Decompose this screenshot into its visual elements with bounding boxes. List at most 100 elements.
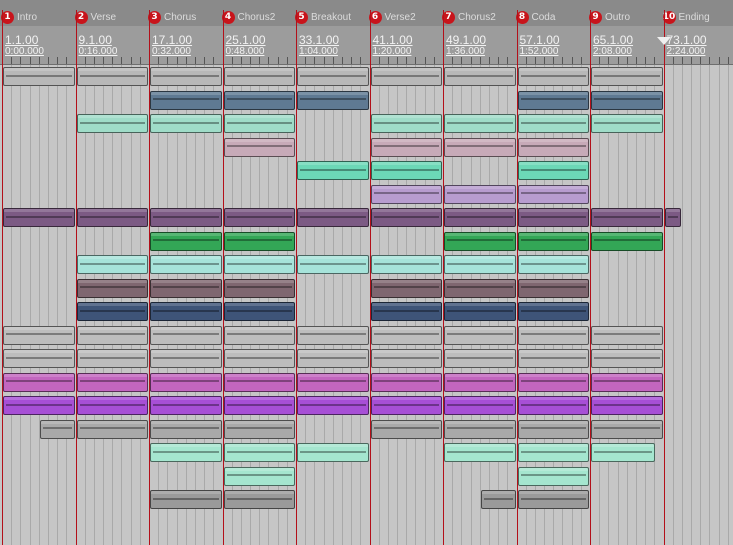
marker-6[interactable]: 6 Verse2: [368, 10, 416, 24]
media-item[interactable]: [297, 443, 369, 462]
media-item[interactable]: [297, 90, 369, 110]
marker-8[interactable]: 8 Coda: [515, 10, 555, 24]
media-item[interactable]: [370, 67, 442, 86]
media-item[interactable]: [370, 349, 442, 368]
media-item[interactable]: [150, 443, 222, 462]
media-item[interactable]: [3, 349, 75, 368]
media-item[interactable]: [76, 349, 148, 368]
media-item[interactable]: [3, 208, 75, 227]
media-item[interactable]: [223, 490, 295, 509]
media-item[interactable]: [150, 325, 222, 345]
media-item[interactable]: [517, 490, 589, 509]
marker-10[interactable]: 10 Ending: [662, 10, 710, 24]
media-item[interactable]: [517, 302, 589, 321]
media-item[interactable]: [370, 419, 442, 439]
media-item[interactable]: [150, 90, 222, 110]
media-item[interactable]: [223, 349, 295, 368]
media-item[interactable]: [591, 349, 663, 368]
marker-3[interactable]: 3 Chorus: [148, 10, 196, 24]
media-item[interactable]: [297, 349, 369, 368]
media-item[interactable]: [223, 278, 295, 298]
media-item[interactable]: [664, 208, 681, 227]
marker-9[interactable]: 9 Outro: [589, 10, 630, 24]
media-item[interactable]: [76, 325, 148, 345]
media-item[interactable]: [150, 208, 222, 227]
media-item[interactable]: [3, 372, 75, 392]
media-item[interactable]: [39, 419, 75, 439]
media-item[interactable]: [370, 184, 442, 204]
media-item[interactable]: [150, 278, 222, 298]
media-item[interactable]: [444, 419, 516, 439]
media-item[interactable]: [517, 372, 589, 392]
media-item[interactable]: [444, 443, 516, 462]
edit-cursor-icon[interactable]: [657, 37, 671, 45]
media-item[interactable]: [517, 325, 589, 345]
media-item[interactable]: [444, 325, 516, 345]
media-item[interactable]: [517, 419, 589, 439]
media-item[interactable]: [444, 67, 516, 86]
media-item[interactable]: [150, 349, 222, 368]
media-item[interactable]: [444, 231, 516, 251]
media-item[interactable]: [591, 114, 663, 133]
media-item[interactable]: [517, 90, 589, 110]
media-item[interactable]: [444, 184, 516, 204]
media-item[interactable]: [591, 396, 663, 415]
marker-7[interactable]: 7 Chorus2: [442, 10, 496, 24]
media-item[interactable]: [3, 396, 75, 415]
marker-bar[interactable]: 1 Intro 2 Verse 3 Chorus 4 Chorus2 5 Breakout 6 Ver…: [0, 0, 733, 27]
media-item[interactable]: [517, 466, 589, 486]
media-item[interactable]: [591, 325, 663, 345]
arrange-view[interactable]: [0, 65, 733, 545]
media-item[interactable]: [297, 67, 369, 86]
media-item[interactable]: [591, 231, 663, 251]
media-item[interactable]: [150, 419, 222, 439]
media-item[interactable]: [370, 302, 442, 321]
media-item[interactable]: [444, 278, 516, 298]
media-item[interactable]: [76, 396, 148, 415]
timeline-ruler[interactable]: 1.1.00 0:00.000 9.1.00 0:16.000 17.1.00 0:32.…: [0, 26, 733, 65]
media-item[interactable]: [76, 372, 148, 392]
media-item[interactable]: [150, 302, 222, 321]
media-item[interactable]: [591, 67, 663, 86]
media-item[interactable]: [76, 114, 148, 133]
media-item[interactable]: [223, 137, 295, 157]
media-item[interactable]: [591, 90, 663, 110]
media-item[interactable]: [517, 278, 589, 298]
media-item[interactable]: [223, 443, 295, 462]
media-item[interactable]: [76, 278, 148, 298]
media-item[interactable]: [223, 396, 295, 415]
media-item[interactable]: [444, 302, 516, 321]
media-item[interactable]: [517, 443, 589, 462]
media-item[interactable]: [297, 372, 369, 392]
media-item[interactable]: [150, 396, 222, 415]
media-item[interactable]: [517, 396, 589, 415]
media-item[interactable]: [444, 255, 516, 274]
media-item[interactable]: [3, 67, 75, 86]
media-item[interactable]: [591, 443, 656, 462]
media-item[interactable]: [517, 67, 589, 86]
media-item[interactable]: [444, 372, 516, 392]
media-item[interactable]: [223, 67, 295, 86]
media-item[interactable]: [150, 114, 222, 133]
media-item[interactable]: [370, 161, 442, 180]
marker-4[interactable]: 4 Chorus2: [221, 10, 275, 24]
media-item[interactable]: [297, 396, 369, 415]
media-item[interactable]: [76, 255, 148, 274]
media-item[interactable]: [223, 302, 295, 321]
media-item[interactable]: [517, 349, 589, 368]
media-item[interactable]: [370, 208, 442, 227]
media-item[interactable]: [76, 302, 148, 321]
media-item[interactable]: [444, 208, 516, 227]
marker-1[interactable]: 1 Intro: [1, 10, 37, 24]
media-item[interactable]: [150, 67, 222, 86]
media-item[interactable]: [223, 231, 295, 251]
media-item[interactable]: [517, 137, 589, 157]
media-item[interactable]: [370, 137, 442, 157]
media-item[interactable]: [223, 208, 295, 227]
media-item[interactable]: [591, 208, 663, 227]
media-item[interactable]: [76, 419, 148, 439]
media-item[interactable]: [444, 349, 516, 368]
media-item[interactable]: [591, 372, 663, 392]
media-item[interactable]: [517, 208, 589, 227]
media-item[interactable]: [223, 255, 295, 274]
